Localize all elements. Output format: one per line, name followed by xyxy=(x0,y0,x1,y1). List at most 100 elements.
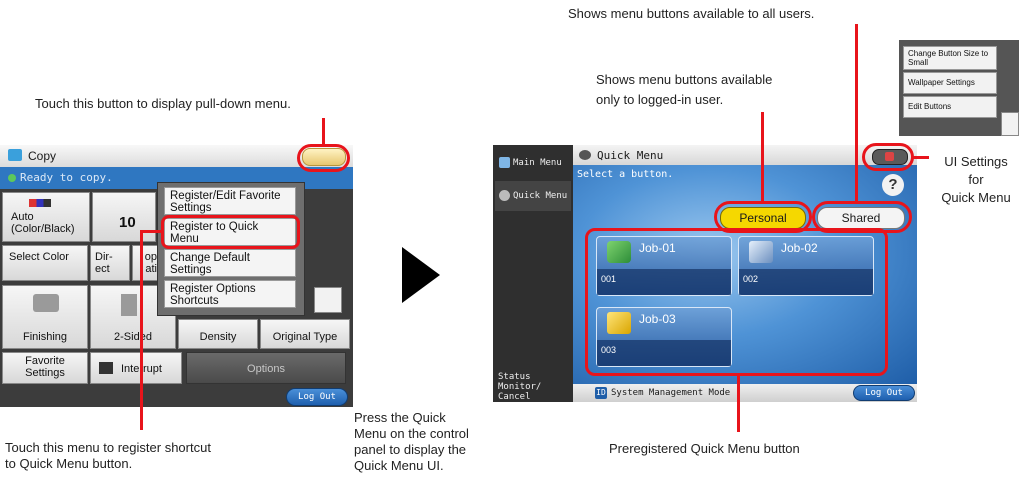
menu-item-line: Settings xyxy=(170,264,212,276)
register-quick-menu-highlight xyxy=(161,215,300,249)
ui-settings-popup: Change Button Size to Small Wallpaper Se… xyxy=(899,40,1019,136)
main-menu-icon xyxy=(499,157,510,168)
annotation-line: Press the Quick xyxy=(354,410,446,425)
annotation-line: Shows menu buttons available xyxy=(596,72,773,87)
main-menu-button[interactable]: Main Menu xyxy=(495,148,571,178)
select-color-label: Select Color xyxy=(9,251,69,263)
quick-menu-side-button[interactable]: Quick Menu xyxy=(495,181,571,211)
annotation-logged-in-users: Shows menu buttons available only to log… xyxy=(596,72,772,108)
quick-menu-title: Quick Menu xyxy=(597,149,664,162)
options-label: Options xyxy=(247,363,285,375)
change-button-size-item[interactable]: Change Button Size to Small xyxy=(903,46,997,70)
copy-count-display: 10 xyxy=(92,192,156,242)
menu-item-line: Settings xyxy=(170,202,212,214)
quick-menu-side-label: Quick Menu xyxy=(513,191,568,201)
shared-leader-line xyxy=(855,24,858,202)
annotation-ui-settings: UI Settings for Quick Menu xyxy=(930,153,1019,207)
menu-item-line: Change Default xyxy=(170,252,250,264)
copy-count: 10 xyxy=(119,214,136,231)
direct-label-line: ect xyxy=(95,263,110,275)
ready-indicator-icon xyxy=(8,174,16,182)
menu-item-register-edit-favorite[interactable]: Register/Edit Favorite Settings xyxy=(164,187,296,215)
popup-item-line: Edit Buttons xyxy=(908,102,952,111)
two-sided-icon xyxy=(121,294,137,316)
popup-close-button[interactable] xyxy=(1001,112,1019,136)
register-leader-horizontal xyxy=(140,230,164,233)
menu-close-button[interactable] xyxy=(314,287,342,313)
copy-ratio-label-line: ati xyxy=(145,263,157,275)
popup-item-line: Small xyxy=(908,58,929,67)
copy-pulldown-menu: Register/Edit Favorite Settings Register… xyxy=(157,182,305,316)
copy-log-out-button[interactable]: Log Out xyxy=(286,388,348,406)
main-menu-label: Main Menu xyxy=(513,158,562,168)
id-badge-icon: ID xyxy=(595,387,607,399)
wallpaper-settings-item[interactable]: Wallpaper Settings xyxy=(903,72,997,94)
menu-item-line: Shortcuts xyxy=(170,295,219,307)
annotation-line: for xyxy=(968,172,984,187)
popup-item-line: Wallpaper Settings xyxy=(908,78,975,87)
annotation-line: to Quick Menu button. xyxy=(5,456,133,471)
original-type-label: Original Type xyxy=(272,331,338,343)
quick-menu-log-out-button[interactable]: Log Out xyxy=(853,385,915,401)
status-monitor-button[interactable]: Status Monitor/ Cancel xyxy=(495,370,571,402)
annotation-pulldown: Touch this button to display pull-down m… xyxy=(35,96,291,111)
annotation-line: Touch this menu to register shortcut xyxy=(5,440,211,455)
menu-item-line: Register Options xyxy=(170,283,256,295)
color-mode-display[interactable]: Auto (Color/Black) xyxy=(2,192,90,242)
finishing-button[interactable]: Finishing xyxy=(2,285,88,349)
quick-menu-side-icon xyxy=(499,190,510,201)
favorite-settings-button[interactable]: Favorite Settings xyxy=(2,352,88,384)
preregistered-leader-line xyxy=(737,376,740,432)
system-management-mode: System Management Mode xyxy=(611,388,731,398)
ui-settings-leader-line xyxy=(913,156,929,159)
density-button[interactable]: Density xyxy=(178,319,258,349)
quick-menu-sidebar: Main Menu Quick Menu Status Monitor/ Can… xyxy=(493,145,573,402)
select-color-button[interactable]: Select Color xyxy=(2,245,88,281)
transition-arrow-icon xyxy=(402,247,440,303)
copy-icon xyxy=(8,149,22,161)
annotation-line: Menu on the control xyxy=(354,426,469,441)
direct-label-line: Dir- xyxy=(95,251,113,263)
copy-ratio-button[interactable]: op ati xyxy=(132,245,160,281)
pulldown-leader-line xyxy=(322,118,325,146)
copy-title: Copy xyxy=(28,149,57,163)
copy-status-text: Ready to copy. xyxy=(20,171,113,184)
preregistered-highlight xyxy=(585,228,888,376)
help-button[interactable]: ? xyxy=(882,174,904,196)
finishing-label: Finishing xyxy=(22,331,68,343)
menu-item-change-default[interactable]: Change Default Settings xyxy=(164,249,296,277)
popup-item-line: Change Button Size to xyxy=(908,49,989,58)
two-sided-label: 2-Sided xyxy=(114,331,152,343)
color-mode-value: (Color/Black) xyxy=(11,223,75,235)
annotation-line: Quick Menu UI. xyxy=(354,458,444,473)
annotation-line: Quick Menu xyxy=(941,190,1011,205)
annotation-press-quick-menu: Press the Quick Menu on the control pane… xyxy=(354,410,469,474)
menu-item-register-options-shortcuts[interactable]: Register Options Shortcuts xyxy=(164,280,296,308)
original-type-button[interactable]: Original Type xyxy=(260,319,350,349)
direct-button[interactable]: Dir- ect xyxy=(90,245,130,281)
interrupt-button[interactable]: Interrupt xyxy=(90,352,182,384)
favorite-settings-line: Settings xyxy=(25,367,65,379)
favorite-settings-line: Favorite xyxy=(25,355,65,367)
quick-menu-title-icon xyxy=(579,150,591,160)
annotation-line: UI Settings xyxy=(944,154,1008,169)
finishing-icon xyxy=(33,294,59,312)
status-monitor-line: Status Monitor/ xyxy=(498,372,542,392)
menu-item-line: Register/Edit Favorite xyxy=(170,190,281,202)
quick-menu-prompt: Select a button. xyxy=(577,169,674,180)
options-button[interactable]: Options xyxy=(186,352,346,384)
annotation-line: panel to display the xyxy=(354,442,467,457)
ui-settings-highlight xyxy=(862,143,914,171)
annotation-register-shortcut: Touch this menu to register shortcut to … xyxy=(5,440,211,472)
annotation-line: only to logged-in user. xyxy=(596,92,724,107)
status-monitor-line: Cancel xyxy=(498,392,531,402)
color-mode-label: Auto xyxy=(11,211,34,223)
annotation-shared-users: Shows menu buttons available to all user… xyxy=(568,6,815,21)
color-mode-icon xyxy=(29,199,51,207)
quick-menu-bottom-bar: ID System Management Mode Log Out xyxy=(573,384,917,402)
edit-buttons-item[interactable]: Edit Buttons xyxy=(903,96,997,118)
density-label: Density xyxy=(199,331,237,343)
annotation-preregistered: Preregistered Quick Menu button xyxy=(609,441,800,456)
register-leader-vertical xyxy=(140,230,143,430)
interrupt-icon xyxy=(99,362,113,374)
